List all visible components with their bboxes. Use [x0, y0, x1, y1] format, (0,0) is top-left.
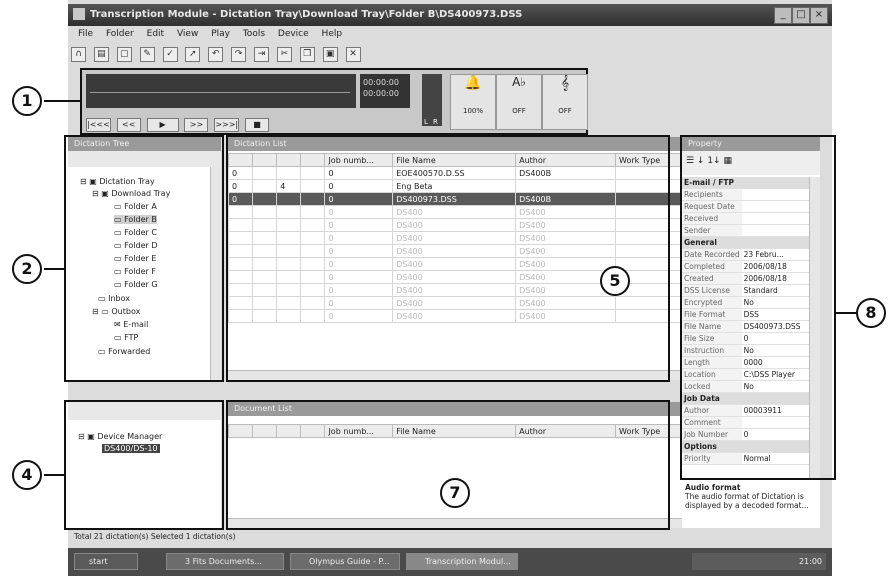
callout-leader-2: [44, 268, 66, 270]
volume-value: 100%: [462, 107, 483, 115]
transport-controls: |<<< << ▶ >> >>>| ■: [86, 118, 406, 132]
meter-left-label: L: [424, 118, 428, 126]
volume-control[interactable]: 🔔 100%: [450, 74, 496, 130]
check-icon[interactable]: ✓: [162, 47, 178, 62]
waveform-display: [86, 74, 356, 108]
play-button[interactable]: ▶: [146, 118, 179, 132]
region-frame-8: [680, 135, 836, 480]
task-documents[interactable]: 3 Fits Documents...: [166, 553, 284, 570]
headset-icon[interactable]: ∩: [71, 47, 86, 62]
menu-play[interactable]: Play: [211, 29, 230, 39]
callout-leader-4: [44, 474, 66, 476]
redo-icon[interactable]: ↷: [231, 47, 247, 62]
callout-2: 2: [12, 254, 42, 284]
task-guide[interactable]: Olympus Guide - P...: [290, 553, 400, 570]
go-start-button[interactable]: |<<<: [86, 118, 111, 132]
print-icon[interactable]: ▤: [93, 47, 109, 62]
menu-view[interactable]: View: [177, 29, 198, 39]
region-frame-5: [226, 135, 670, 382]
maximize-button[interactable]: □: [792, 7, 810, 24]
status-bar: Total 21 dictation(s) Selected 1 dictati…: [74, 532, 236, 541]
menu-edit[interactable]: Edit: [147, 29, 164, 39]
time-display: 00:00:00 00:00:00: [360, 74, 410, 108]
app-icon: [73, 8, 85, 20]
delete-icon[interactable]: ✕: [345, 47, 361, 62]
toolbar: ∩ ▤ ▢ ✎ ✓ ➚ ↶ ↷ ⇥ ✂ ❐ ▣ ✕: [68, 43, 832, 65]
system-tray: 21:00: [692, 553, 826, 570]
taskbar: start 3 Fits Documents... Olympus Guide …: [68, 548, 832, 576]
stop-button[interactable]: ■: [245, 118, 269, 132]
open-icon[interactable]: ▢: [116, 47, 132, 62]
tone-icon: A♭: [512, 75, 526, 89]
window-title: Transcription Module - Dictation Tray\Do…: [90, 9, 523, 20]
region-frame-7: [226, 400, 670, 530]
description-title: Audio format: [685, 483, 741, 492]
speed-value: OFF: [558, 107, 572, 115]
start-button[interactable]: start: [74, 553, 138, 570]
clef-icon: 𝄞: [560, 75, 570, 91]
menu-bar: File Folder Edit View Play Tools Device …: [68, 27, 832, 43]
import-icon[interactable]: ⇥: [254, 47, 269, 62]
rewind-button[interactable]: <<: [116, 118, 141, 132]
clock: 21:00: [798, 557, 822, 566]
undo-icon[interactable]: ↶: [208, 47, 224, 62]
meter-right-label: R: [433, 118, 438, 126]
time-position: 00:00:00: [363, 89, 399, 98]
go-end-button[interactable]: >>>|: [214, 118, 240, 132]
copy-icon[interactable]: ❐: [299, 47, 315, 62]
callout-4: 4: [12, 460, 42, 490]
bell-icon: 🔔: [464, 75, 482, 91]
level-meter: L R: [422, 74, 442, 126]
region-frame-2: [64, 135, 224, 382]
callout-1: 1: [12, 86, 42, 116]
minimize-button[interactable]: _: [774, 7, 792, 24]
property-description: Audio format The audio format of Dictati…: [682, 480, 820, 528]
callout-7: 7: [440, 478, 470, 508]
menu-file[interactable]: File: [78, 29, 93, 39]
fast-forward-button[interactable]: >>: [184, 118, 209, 132]
menu-help[interactable]: Help: [322, 29, 343, 39]
menu-device[interactable]: Device: [278, 29, 309, 39]
send-icon[interactable]: ➚: [185, 47, 201, 62]
description-text: The audio format of Dictation is display…: [685, 492, 809, 510]
paste-icon[interactable]: ▣: [322, 47, 338, 62]
edit-icon[interactable]: ✎: [139, 47, 155, 62]
title-bar: Transcription Module - Dictation Tray\Do…: [68, 4, 832, 26]
region-frame-4: [64, 400, 224, 530]
menu-tools[interactable]: Tools: [243, 29, 265, 39]
task-transcription[interactable]: Transcription Modul...: [406, 553, 518, 570]
callout-5: 5: [600, 266, 630, 296]
callout-8: 8: [856, 298, 886, 328]
callout-leader-8: [836, 312, 856, 314]
close-button[interactable]: ×: [810, 7, 828, 24]
menu-folder[interactable]: Folder: [106, 29, 134, 39]
speed-control[interactable]: 𝄞 OFF: [542, 74, 588, 130]
cut-icon[interactable]: ✂: [276, 47, 292, 62]
tone-value: OFF: [512, 107, 526, 115]
callout-leader-1: [44, 100, 80, 102]
player-control-bar: 00:00:00 00:00:00 L R 🔔 100% A♭ OFF 𝄞 OF…: [80, 68, 588, 135]
time-total: 00:00:00: [363, 78, 399, 87]
tone-control[interactable]: A♭ OFF: [496, 74, 542, 130]
